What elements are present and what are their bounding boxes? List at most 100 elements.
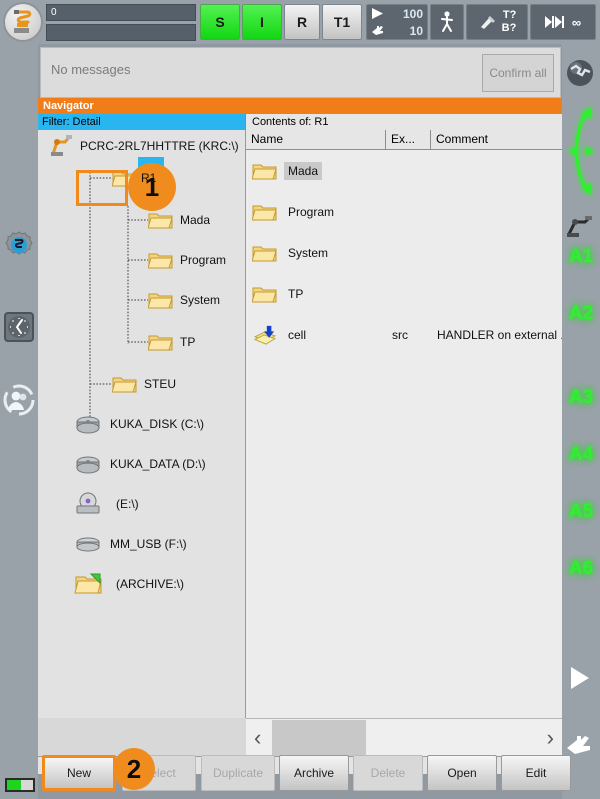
contents-path-bar: Contents of: R1 bbox=[246, 114, 562, 130]
robot-controller-icon bbox=[51, 135, 72, 156]
open-button[interactable]: Open bbox=[427, 755, 497, 791]
file-name-cell: TP bbox=[252, 284, 392, 304]
jog-override-value: 10 bbox=[409, 23, 423, 38]
play-triangle-icon bbox=[372, 8, 383, 19]
new-button[interactable]: New bbox=[42, 755, 116, 791]
filter-bar[interactable]: Filter: Detail bbox=[38, 114, 246, 130]
left-icon-rail bbox=[0, 44, 38, 770]
table-row[interactable]: Program bbox=[246, 191, 562, 232]
folder-icon bbox=[148, 213, 173, 229]
file-name-label: TP bbox=[288, 286, 304, 301]
tree-node-kuka-data[interactable]: KUKA_DATA (D:\) bbox=[74, 450, 206, 478]
message-window[interactable]: No messages Confirm all bbox=[40, 47, 561, 98]
file-name-label: System bbox=[288, 245, 329, 260]
file-name-cell: Program bbox=[252, 202, 392, 222]
gear-robot-icon[interactable] bbox=[3, 229, 35, 261]
folder-icon bbox=[148, 293, 173, 309]
tree-node-root[interactable]: PCRC-2RL7HHTTRE (KRC:\) bbox=[48, 132, 239, 160]
column-header-name[interactable]: Name bbox=[246, 130, 386, 149]
status-key-drives[interactable]: I bbox=[242, 4, 282, 40]
tool-label: T? bbox=[502, 9, 517, 21]
status-field-top[interactable]: 0 bbox=[46, 4, 196, 21]
status-key-operating-mode[interactable]: T1 bbox=[322, 4, 362, 40]
hard-disk-icon bbox=[76, 456, 100, 474]
status-field-bottom[interactable] bbox=[46, 24, 196, 41]
tool-icon bbox=[480, 16, 495, 29]
status-fields: 0 bbox=[46, 4, 196, 41]
tree-node-tp-label: TP bbox=[180, 335, 196, 349]
jog-arc-arrow-icon bbox=[565, 102, 597, 200]
column-header-extension[interactable]: Ex... bbox=[386, 130, 431, 149]
duplicate-button: Duplicate bbox=[201, 755, 275, 791]
axis-label-a6[interactable]: A6 bbox=[562, 558, 600, 580]
tree-node-steu[interactable]: STEU bbox=[112, 370, 176, 398]
robot-arm-glyph bbox=[14, 10, 32, 33]
program-run-icon[interactable] bbox=[565, 664, 597, 696]
axis-label-a1[interactable]: A1 bbox=[562, 246, 600, 268]
globe-glyph bbox=[567, 60, 593, 86]
file-name-label: cell bbox=[288, 327, 307, 342]
tree-node-root-label: PCRC-2RL7HHTTRE (KRC:\) bbox=[80, 139, 239, 153]
robot-axis-glyph bbox=[567, 216, 592, 237]
battery-fill bbox=[7, 780, 22, 790]
tree-node-e-drive[interactable]: (E:\) bbox=[74, 490, 139, 518]
file-list[interactable]: Name Ex... Comment Mada Program System T… bbox=[246, 130, 562, 718]
override-status-key[interactable]: 100 10 bbox=[366, 4, 428, 40]
tree-node-mm-usb[interactable]: MM_USB (F:\) bbox=[74, 530, 187, 558]
folder-icon bbox=[112, 377, 137, 393]
file-name-cell: cell bbox=[252, 325, 392, 345]
file-name-cell: System bbox=[252, 243, 392, 263]
directory-tree[interactable]: PCRC-2RL7HHTTRE (KRC:\) R1 Mada Program … bbox=[38, 130, 246, 718]
kuka-robot-logo-icon[interactable] bbox=[3, 2, 43, 42]
tree-node-r1-label: R1 bbox=[141, 171, 157, 185]
jog-arc-glyph bbox=[568, 106, 594, 196]
battery-indicator bbox=[5, 778, 35, 792]
annotation-highlight-r1 bbox=[76, 170, 128, 206]
hand-icon bbox=[567, 736, 590, 754]
table-row[interactable]: Mada bbox=[246, 150, 562, 191]
table-row[interactable]: System bbox=[246, 232, 562, 273]
walking-person-icon[interactable] bbox=[430, 4, 464, 40]
smartpad-screen: 0 S I R T1 100 10 T? B? ∞ No messages Co… bbox=[0, 0, 600, 799]
clock-icon[interactable] bbox=[3, 311, 35, 343]
navigator-title: Navigator bbox=[38, 98, 562, 114]
table-row[interactable]: TP bbox=[246, 273, 562, 314]
chevron-left-icon[interactable]: ‹ bbox=[246, 726, 269, 749]
increment-status-key[interactable]: ∞ bbox=[530, 4, 596, 40]
tree-node-kuka-data-label: KUKA_DATA (D:\) bbox=[110, 457, 206, 471]
user-group-icon[interactable] bbox=[3, 384, 35, 416]
edit-button[interactable]: Edit bbox=[501, 755, 571, 791]
walking-person-glyph bbox=[441, 11, 453, 32]
base-label: B? bbox=[501, 22, 517, 34]
archive-button[interactable]: Archive bbox=[279, 755, 349, 791]
increment-label: ∞ bbox=[571, 14, 582, 30]
status-key-submit-interpreter[interactable]: S bbox=[200, 4, 240, 40]
tree-node-system[interactable]: System bbox=[148, 286, 220, 314]
axis-label-a2[interactable]: A2 bbox=[562, 303, 600, 325]
hand-icon bbox=[372, 26, 383, 35]
axis-label-a3[interactable]: A3 bbox=[562, 387, 600, 409]
globe-icon[interactable] bbox=[565, 58, 597, 90]
table-row[interactable]: cell src HANDLER on external . bbox=[246, 314, 562, 355]
column-header-comment[interactable]: Comment bbox=[431, 130, 562, 149]
confirm-all-button[interactable]: Confirm all bbox=[482, 54, 554, 92]
axis-label-a4[interactable]: A4 bbox=[562, 444, 600, 466]
message-text: No messages bbox=[51, 62, 131, 77]
tree-node-archive[interactable]: (ARCHIVE:\) bbox=[74, 570, 184, 598]
file-name-cell: Mada bbox=[252, 161, 392, 181]
hard-disk-icon bbox=[76, 416, 100, 434]
robot-axis-icon[interactable] bbox=[565, 214, 597, 246]
file-list-header: Name Ex... Comment bbox=[246, 130, 562, 150]
axis-label-a5[interactable]: A5 bbox=[562, 501, 600, 523]
tree-node-mm-usb-label: MM_USB (F:\) bbox=[110, 537, 187, 551]
tool-base-status-key[interactable]: T? B? bbox=[466, 4, 528, 40]
tree-node-tp[interactable]: TP bbox=[148, 328, 195, 356]
cd-drive-icon bbox=[76, 492, 100, 514]
play-triangle-icon bbox=[571, 667, 589, 689]
status-key-robot-interpreter[interactable]: R bbox=[284, 4, 320, 40]
tree-node-program[interactable]: Program bbox=[148, 246, 226, 274]
gear-robot-glyph bbox=[5, 231, 33, 255]
tree-node-steu-label: STEU bbox=[144, 377, 177, 391]
tree-node-kuka-disk[interactable]: KUKA_DISK (C:\) bbox=[74, 410, 204, 438]
chevron-right-icon[interactable]: › bbox=[539, 726, 562, 749]
